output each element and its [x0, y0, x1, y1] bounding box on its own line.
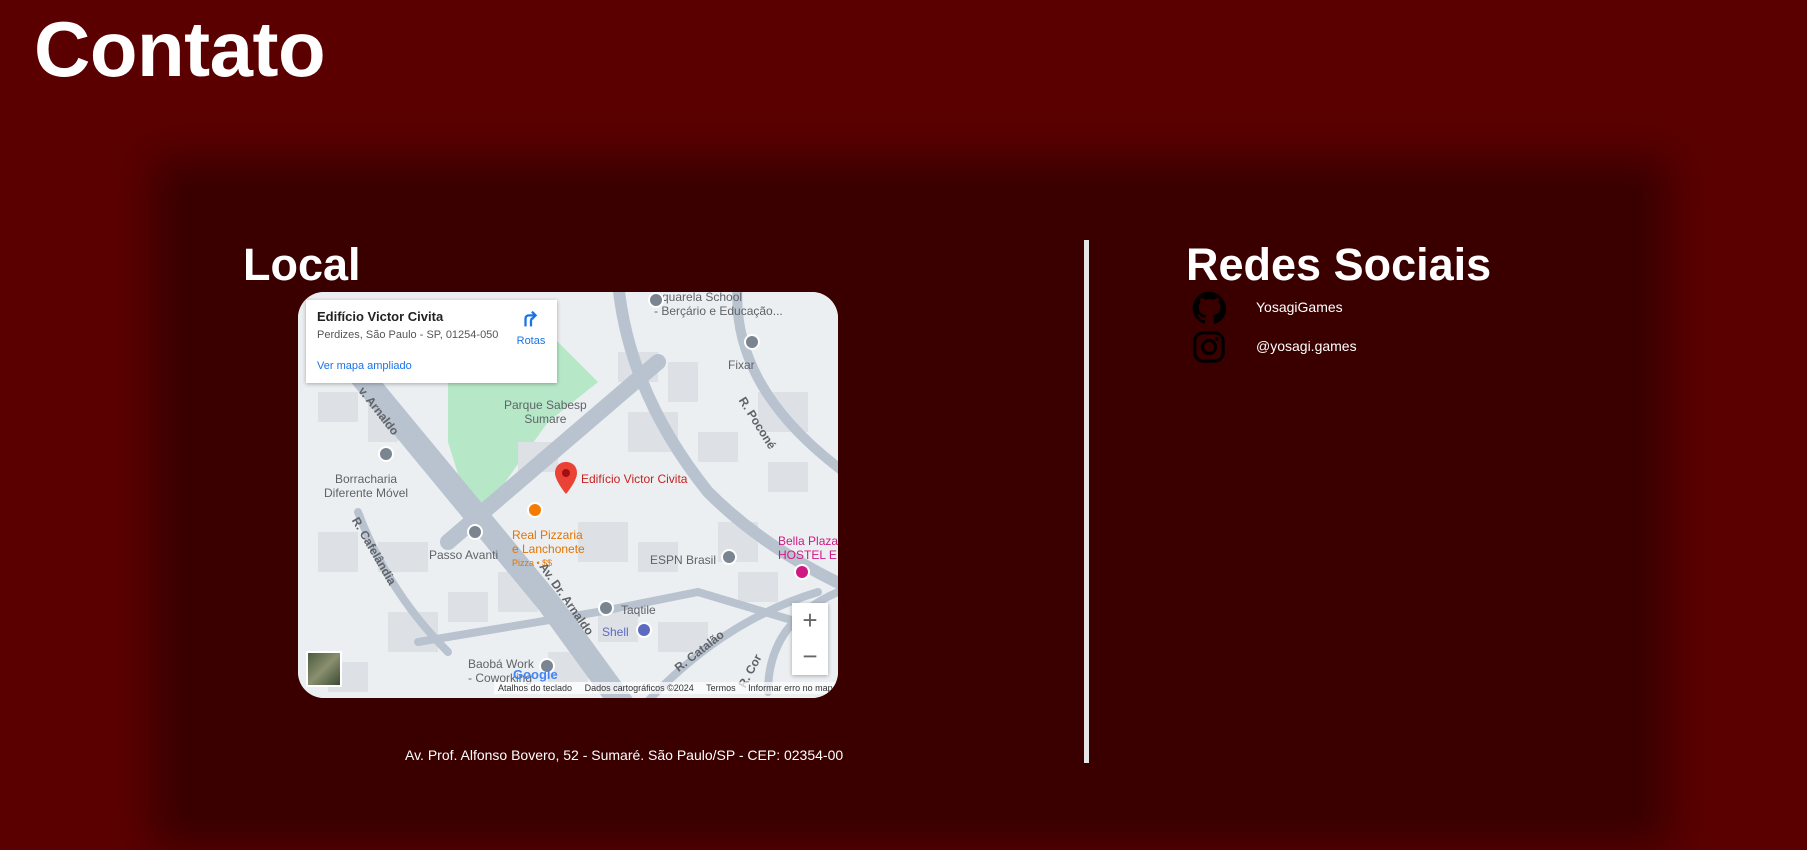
map-label-shell[interactable]: Shell [602, 625, 629, 639]
social-link-instagram[interactable]: @yosagi.games [1192, 330, 1592, 364]
map-marker-icon[interactable] [555, 462, 577, 494]
larger-map-link[interactable]: Ver mapa ampliado [317, 360, 412, 372]
map-label-parque[interactable]: Parque Sabesp Sumare [504, 398, 587, 426]
redes-sociais-title: Redes Sociais [1186, 239, 1492, 290]
social-label-github: YosagiGames [1256, 299, 1343, 315]
map-label-bella-plaza[interactable]: Bella Plaza HOSTEL E [778, 534, 838, 562]
place-name: Edifício Victor Civita [317, 309, 444, 324]
map-attribution: Atalhos do teclado Dados cartográficos ©… [494, 682, 838, 694]
map-pin-passo-avanti[interactable] [467, 524, 483, 540]
map-label-real-pizzaria[interactable]: Real Pizzaria e Lanchonete [512, 528, 585, 556]
directions-button[interactable]: Rotas [511, 308, 551, 347]
page-title: Contato [34, 5, 326, 93]
github-icon [1192, 291, 1226, 324]
google-logo-text: Google [513, 667, 558, 682]
directions-icon [524, 310, 538, 327]
map-pin-aquarela[interactable] [648, 292, 664, 308]
local-title: Local [243, 239, 361, 290]
zoom-controls: + − [792, 603, 828, 675]
report-error-link[interactable]: Informar erro no mapa [748, 683, 838, 693]
keyboard-shortcuts-link[interactable]: Atalhos do teclado [498, 683, 572, 693]
map-label-passo-avanti[interactable]: Passo Avanti [429, 548, 498, 562]
map-pin-borracharia[interactable] [378, 446, 394, 462]
map-pin-restaurant-icon[interactable] [527, 502, 543, 518]
map-pin-gas-station-icon[interactable] [636, 622, 652, 638]
social-link-github[interactable]: YosagiGames [1192, 291, 1592, 325]
embedded-map[interactable]: Edifício Victor Civita Perdizes, São Pau… [298, 292, 838, 698]
map-label-borracharia[interactable]: Borracharia Diferente Móvel [324, 472, 408, 500]
map-pin-hotel-icon[interactable] [794, 564, 810, 580]
directions-label: Rotas [516, 335, 546, 347]
satellite-layer-button[interactable] [306, 651, 342, 687]
map-label-taqtile[interactable]: Taqtile [621, 603, 656, 617]
map-pin-taqtile[interactable] [598, 600, 614, 616]
map-pin-fixar[interactable] [744, 334, 760, 350]
address-text: Av. Prof. Alfonso Bovero, 52 - Sumaré. S… [405, 747, 844, 763]
terms-link[interactable]: Termos [706, 683, 736, 693]
map-label-espn[interactable]: ESPN Brasil [650, 553, 716, 567]
map-data-text: Dados cartográficos ©2024 [584, 683, 694, 693]
google-logo: Google [513, 667, 558, 682]
place-address: Perdizes, São Paulo - SP, 01254-050 [317, 329, 499, 341]
zoom-out-button[interactable]: − [792, 639, 828, 675]
instagram-icon [1193, 331, 1225, 363]
map-marker-label[interactable]: Edifício Victor Civita [581, 472, 687, 486]
map-label-fixar[interactable]: Fixar [728, 358, 755, 372]
section-divider [1084, 240, 1089, 763]
map-info-card: Edifício Victor Civita Perdizes, São Pau… [306, 300, 557, 383]
map-label-aquarela[interactable]: Aquarela School - Berçário e Educação... [654, 292, 783, 318]
social-label-instagram: @yosagi.games [1256, 338, 1357, 354]
contact-panel: Local Edifício Victor Civita Perdizes, S… [180, 185, 1642, 820]
zoom-in-button[interactable]: + [792, 603, 828, 639]
map-pin-espn[interactable] [721, 549, 737, 565]
